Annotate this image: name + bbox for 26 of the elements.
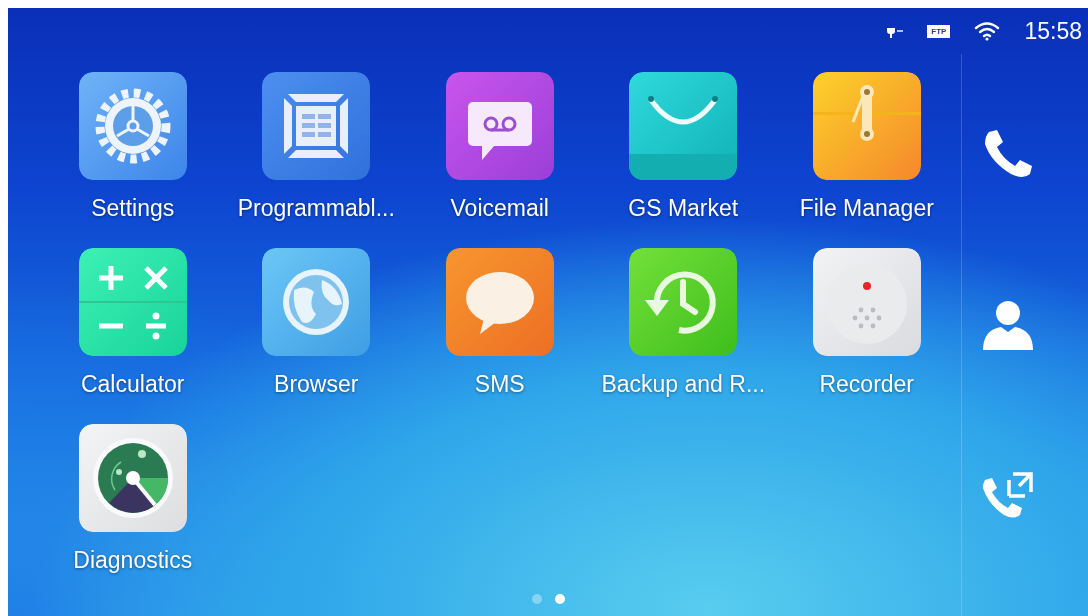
app-launcher[interactable]: Recorder [812, 248, 921, 424]
wifi-icon [974, 21, 1001, 41]
app-launcher[interactable]: Voicemail [445, 72, 554, 248]
app-launcher[interactable]: SMS [445, 248, 554, 424]
voicemail-icon [445, 72, 554, 180]
app-launcher[interactable]: Backup and R... [601, 248, 766, 424]
ftp-indicator: FTP [927, 24, 951, 38]
envelope-icon [812, 72, 921, 180]
app-launcher[interactable]: Settings [78, 72, 187, 248]
calculator-icon [78, 248, 187, 356]
app-launcher[interactable]: Diagnostics [73, 424, 193, 600]
speaker-grille-icon [812, 248, 921, 356]
globe-icon [262, 248, 371, 356]
app-launcher[interactable]: GS Market [628, 72, 739, 248]
list-frame-icon [262, 72, 371, 180]
app-launcher[interactable]: File Manager [799, 72, 934, 248]
gear-icon [78, 72, 187, 180]
app-launcher[interactable]: Programmabl... [237, 72, 395, 248]
shopping-bag-icon [629, 72, 738, 180]
radar-icon [78, 424, 187, 532]
page-dot[interactable] [555, 594, 565, 604]
app-launcher[interactable]: Calculator [78, 248, 187, 424]
status-time: 15:58 [1024, 17, 1082, 45]
speech-bubble-icon [445, 248, 554, 356]
page-dot[interactable] [532, 594, 542, 604]
app-launcher[interactable]: Browser [262, 248, 371, 424]
